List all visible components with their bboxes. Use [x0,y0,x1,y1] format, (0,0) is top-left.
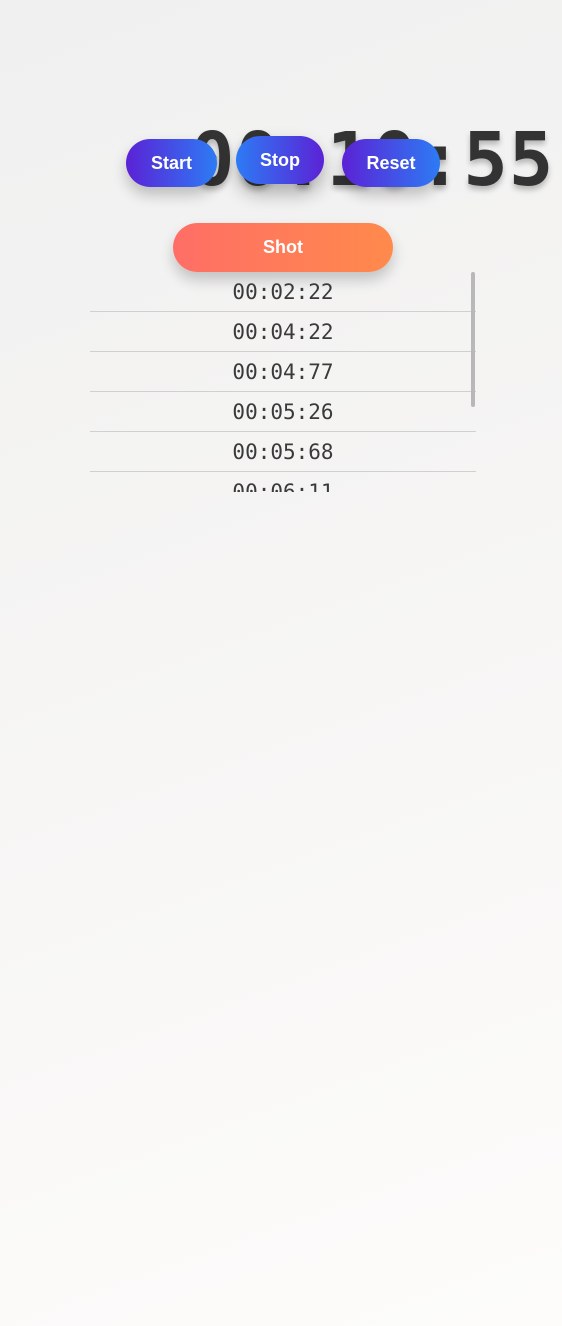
lap-item: 00:06:11 [90,472,476,492]
start-button[interactable]: Start [126,139,217,187]
stop-button[interactable]: Stop [236,136,324,184]
stopwatch-app: 00:10:55 Start Stop Reset Shot 00:02:22 … [0,0,562,1326]
lap-item: 00:04:22 [90,312,476,352]
shot-button[interactable]: Shot [173,223,393,272]
lap-list[interactable]: 00:02:22 00:04:22 00:04:77 00:05:26 00:0… [90,272,476,492]
lap-item: 00:05:26 [90,392,476,432]
lap-item: 00:02:22 [90,272,476,312]
lap-list-scrollbar[interactable] [471,272,475,407]
lap-item: 00:05:68 [90,432,476,472]
reset-button[interactable]: Reset [342,139,440,187]
lap-item: 00:04:77 [90,352,476,392]
